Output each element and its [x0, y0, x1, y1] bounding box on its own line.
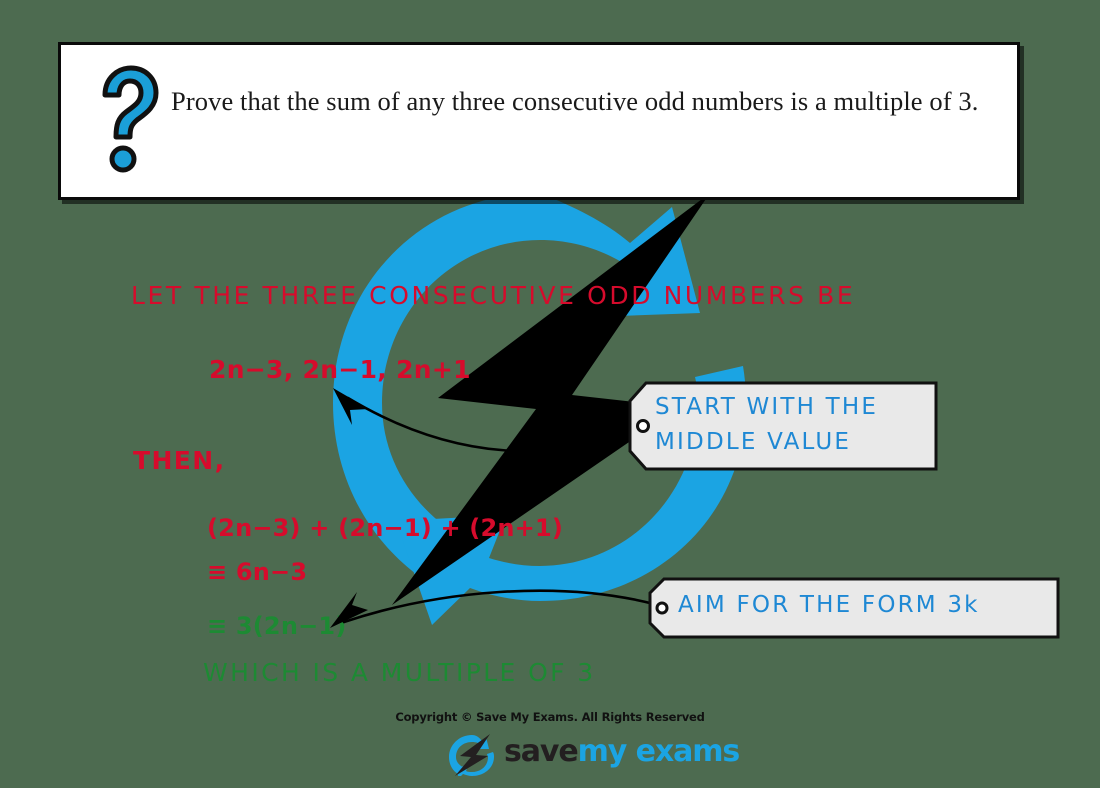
working-line-6: ≡ 3(2n−1) [207, 612, 347, 640]
question-mark-icon [102, 65, 159, 173]
callout-line-1: START WITH THE [655, 394, 879, 420]
question-mark-dot [109, 145, 137, 173]
logo-lightning-icon [449, 734, 494, 778]
logo-wordmark: savemy exams [504, 734, 741, 769]
logo-word-myexams: my exams [577, 734, 741, 769]
working-line-5: ≡ 6n−3 [207, 558, 308, 586]
save-my-exams-logo: savemy exams [446, 732, 740, 778]
working-line-3: THEN, [133, 446, 226, 475]
callout-line-2: MIDDLE VALUE [655, 429, 852, 455]
question-box: Prove that the sum of any three consecut… [58, 42, 1020, 200]
copyright-text: Copyright © Save My Exams. All Rights Re… [395, 710, 705, 724]
callout-start-with-the-middle-value: START WITH THE MIDDLE VALUE [628, 381, 938, 471]
arrow-to-expression [346, 396, 638, 453]
tag-hole-icon [636, 419, 650, 433]
working-line-4: (2n−3) + (2n−1) + (2n+1) [207, 514, 564, 542]
working-line-2: 2n−3, 2n−1, 2n+1 [209, 355, 471, 384]
arrow-head-1 [333, 388, 369, 425]
arrow-to-factorised [342, 589, 656, 624]
callout-aim-for-the-form-3k: AIM FOR THE FORM 3k [648, 577, 1060, 639]
tag-hole-icon [655, 601, 669, 615]
worked-example-figure: Prove that the sum of any three consecut… [0, 0, 1100, 788]
logo-word-save: save [504, 734, 579, 769]
working-line-7: WHICH IS A MULTIPLE OF 3 [203, 658, 596, 687]
working-line-1: LET THE THREE CONSECUTIVE ODD NUMBERS BE [131, 281, 856, 310]
question-mark-hook [102, 65, 159, 140]
callout-line-1: AIM FOR THE FORM 3k [678, 592, 980, 618]
question-text: Prove that the sum of any three consecut… [171, 86, 979, 116]
